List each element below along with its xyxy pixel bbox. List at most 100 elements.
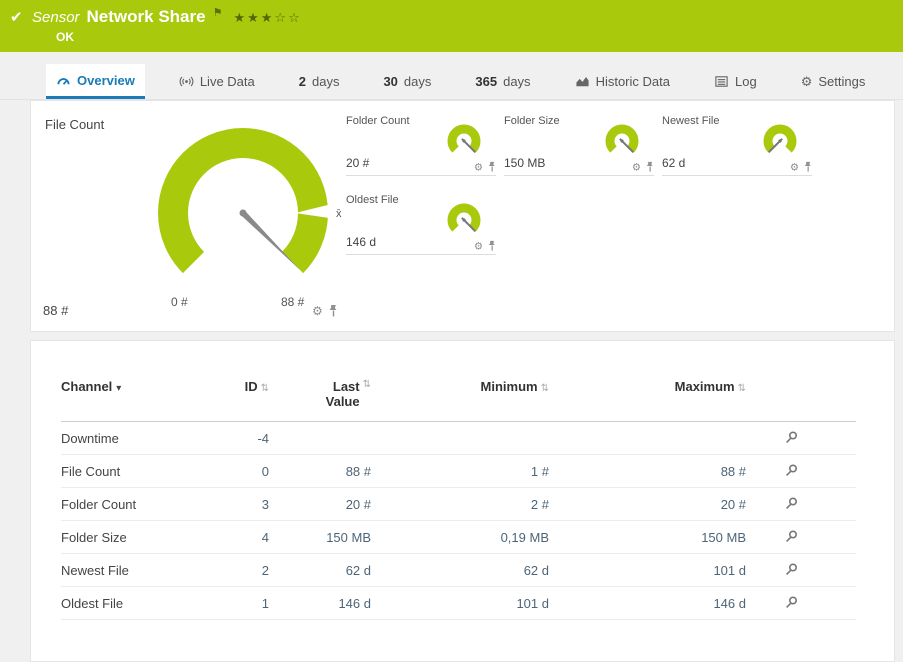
table-header-row: Channel▾ ID⇅ Last Value⇅ Minimum⇅ Maximu… [61, 377, 856, 422]
gauge-needle [241, 211, 300, 270]
status-badge: OK [56, 30, 74, 44]
gauge-controls: ⚙ [474, 162, 496, 172]
channel-settings-icon[interactable] [784, 529, 798, 543]
tab-label: Historic Data [596, 74, 670, 89]
gauges-panel: File Count x̄ 0 # 88 # 88 # ⚙ Folder Cou… [30, 100, 895, 332]
overview-icon [56, 73, 71, 88]
column-label: Minimum [481, 379, 538, 394]
channel-minimum: 101 d [371, 587, 549, 620]
mini-gauge [756, 123, 800, 163]
pin-icon[interactable] [804, 162, 812, 172]
tab-log[interactable]: Log [704, 64, 767, 99]
tab-30-days[interactable]: 30 days [373, 64, 441, 99]
channel-settings-icon[interactable] [784, 562, 798, 576]
gauge-oldest-file: Oldest File 146 d ⚙ [346, 192, 496, 255]
sort-icon: ⇅ [541, 383, 549, 394]
tab-settings[interactable]: ⚙ Settings [791, 64, 876, 99]
sensor-header: ✔ Sensor Network Share ⚑ ★★★☆☆ OK [0, 0, 903, 52]
mini-gauge [440, 123, 484, 163]
tab-label: Live Data [200, 74, 255, 89]
gauge-folder-size: Folder Size 150 MB ⚙ [504, 113, 654, 176]
channel-settings-icon[interactable] [784, 496, 798, 510]
priority-star-rating[interactable]: ★★★☆☆ [233, 10, 301, 26]
gauge-newest-file: Newest File 62 d ⚙ [662, 113, 812, 176]
table-row: Folder Count 3 20 # 2 # 20 # [61, 488, 856, 521]
priority-flag-icon[interactable]: ⚑ [213, 6, 223, 19]
column-header-channel[interactable]: Channel ▾ [61, 377, 231, 422]
tab-historic-data[interactable]: Historic Data [565, 64, 680, 99]
log-icon [714, 74, 729, 89]
pin-icon[interactable] [488, 162, 496, 172]
channel-id: 0 [231, 455, 269, 488]
channel-minimum [371, 422, 549, 455]
gear-icon[interactable]: ⚙ [632, 162, 641, 172]
gear-icon[interactable]: ⚙ [474, 241, 483, 251]
historic-data-icon [575, 74, 590, 89]
channel-name[interactable]: Downtime [61, 422, 231, 455]
tab-2-days[interactable]: 2 days [289, 64, 350, 99]
gauge-folder-count: Folder Count 20 # ⚙ [346, 113, 496, 176]
channel-settings-icon[interactable] [784, 430, 798, 444]
pin-icon[interactable] [646, 162, 654, 172]
tab-label: Settings [818, 74, 865, 89]
channels-table: Channel▾ ID⇅ Last Value⇅ Minimum⇅ Maximu… [61, 377, 856, 620]
channel-settings-icon[interactable] [784, 595, 798, 609]
primary-gauge-controls: ⚙ [312, 305, 338, 317]
channel-id: 4 [231, 521, 269, 554]
column-label: Channel [61, 379, 112, 394]
tab-overview[interactable]: Overview [46, 64, 145, 99]
tab-num: 365 [475, 74, 497, 89]
gauge-value: 150 MB [504, 156, 545, 170]
tab-num: 30 [383, 74, 397, 89]
tab-label: days [503, 74, 530, 89]
gauge-scale-max: 88 # [281, 295, 304, 309]
column-header-last-value[interactable]: Last Value⇅ [269, 377, 371, 422]
object-kind-label: Sensor [32, 9, 80, 26]
channel-id: 2 [231, 554, 269, 587]
gear-icon[interactable]: ⚙ [474, 162, 483, 172]
channel-id: 1 [231, 587, 269, 620]
channel-last-value: 20 # [269, 488, 371, 521]
table-row: Oldest File 1 146 d 101 d 146 d [61, 587, 856, 620]
table-row: Newest File 2 62 d 62 d 101 d [61, 554, 856, 587]
gear-icon[interactable]: ⚙ [312, 305, 323, 317]
tab-num: 2 [299, 74, 306, 89]
gear-icon[interactable]: ⚙ [790, 162, 799, 172]
pin-icon[interactable] [488, 241, 496, 251]
gauge-value: 20 # [346, 156, 369, 170]
gauge-scale-min: 0 # [171, 295, 188, 309]
column-label: ID [245, 379, 258, 394]
settings-gear-icon: ⚙ [801, 75, 813, 88]
live-data-icon [179, 74, 194, 89]
channel-name[interactable]: File Count [61, 455, 231, 488]
column-header-maximum[interactable]: Maximum⇅ [549, 377, 746, 422]
channels-panel: Channel▾ ID⇅ Last Value⇅ Minimum⇅ Maximu… [30, 340, 895, 662]
channel-name[interactable]: Oldest File [61, 587, 231, 620]
pin-icon[interactable] [329, 305, 338, 317]
channel-minimum: 1 # [371, 455, 549, 488]
channel-maximum: 150 MB [549, 521, 746, 554]
channel-name[interactable]: Folder Count [61, 488, 231, 521]
tab-bar: Overview Live Data 2 days 30 days 365 da… [0, 64, 903, 100]
channel-maximum: 101 d [549, 554, 746, 587]
table-row: Downtime -4 [61, 422, 856, 455]
tab-live-data[interactable]: Live Data [169, 64, 265, 99]
channel-name[interactable]: Folder Size [61, 521, 231, 554]
channel-settings-icon[interactable] [784, 463, 798, 477]
sort-icon: ⇅ [363, 379, 371, 390]
file-count-gauge: x̄ [146, 115, 352, 307]
tab-label: Overview [77, 73, 135, 88]
channel-name[interactable]: Newest File [61, 554, 231, 587]
tab-label: days [404, 74, 431, 89]
sort-descending-icon: ▾ [116, 383, 121, 394]
column-header-actions [746, 377, 856, 422]
channel-minimum: 62 d [371, 554, 549, 587]
column-header-minimum[interactable]: Minimum⇅ [371, 377, 549, 422]
channel-last-value: 146 d [269, 587, 371, 620]
column-header-id[interactable]: ID⇅ [231, 377, 269, 422]
channel-maximum: 146 d [549, 587, 746, 620]
sensor-title: Network Share [87, 7, 206, 27]
table-row: Folder Size 4 150 MB 0,19 MB 150 MB [61, 521, 856, 554]
tab-365-days[interactable]: 365 days [465, 64, 540, 99]
channel-last-value: 150 MB [269, 521, 371, 554]
